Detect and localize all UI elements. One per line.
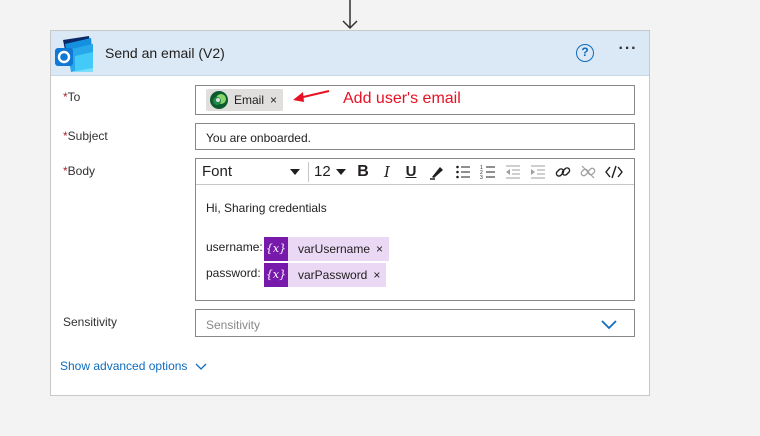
font-size-value: 12 [314,163,331,180]
chevron-down-icon [601,320,617,330]
username-label: username: [206,240,263,254]
annotation-text: Add user's email [343,90,461,107]
variable-icon: {x} [264,237,288,261]
svg-text:3: 3 [480,175,483,180]
dataverse-logo-icon [210,91,228,109]
increase-indent-icon [531,165,545,179]
unlink-icon [580,165,596,179]
body-editor[interactable]: Font 12 B I U 123 Hi, Sharing credential… [195,158,635,301]
numbered-list-button[interactable]: 123 [477,161,499,183]
increase-indent-button[interactable] [527,161,549,183]
var-password-token[interactable]: {x} varPassword × [264,263,387,287]
show-advanced-options-link[interactable]: Show advanced options [60,359,207,373]
chevron-down-icon [336,169,346,175]
sensitivity-placeholder: Sensitivity [206,318,261,332]
card-header[interactable]: Send an email (V2) ? ··· [51,31,649,76]
to-label: *To [63,90,80,104]
remove-token-icon[interactable]: × [373,268,380,282]
decrease-indent-button[interactable] [502,161,524,183]
email-token[interactable]: Email × [206,89,284,111]
toolbar-divider [308,162,309,182]
var-username-label: varUsername [298,242,371,256]
highlight-button[interactable] [426,161,448,183]
font-dropdown-value: Font [202,163,233,180]
bold-button[interactable]: B [352,161,374,183]
show-advanced-options-label: Show advanced options [60,359,188,373]
rich-text-toolbar: Font 12 B I U 123 [196,159,634,185]
body-label-text: Body [67,164,96,178]
italic-button[interactable]: I [376,161,398,183]
subject-input[interactable]: You are onboarded. [195,123,635,150]
numbered-list-icon: 123 [480,165,495,181]
body-label: *Body [63,164,95,178]
decrease-indent-icon [506,165,520,179]
remove-link-button[interactable] [577,161,599,183]
help-icon[interactable]: ? [576,44,594,62]
underline-button[interactable]: U [400,161,422,183]
var-username-token[interactable]: {x} varUsername × [264,237,390,261]
more-options-icon[interactable]: ··· [616,39,640,63]
code-view-icon [605,165,623,179]
sensitivity-dropdown[interactable]: Sensitivity [195,309,635,337]
email-token-label: Email [234,93,265,107]
password-label: password: [206,266,261,280]
to-label-text: To [67,90,81,104]
subject-label-text: Subject [67,129,108,143]
subject-label: *Subject [63,129,108,143]
body-greeting: Hi, Sharing credentials [206,201,327,215]
var-password-label: varPassword [298,268,368,282]
chevron-down-icon [195,363,207,370]
bulleted-list-icon [456,165,470,179]
code-view-button[interactable] [603,161,625,183]
remove-token-icon[interactable]: × [376,242,383,256]
sensitivity-label: Sensitivity [63,315,118,329]
annotation-arrow-icon [293,90,330,102]
outlook-logo-icon [55,36,93,72]
link-icon [555,167,571,177]
insert-link-button[interactable] [552,161,574,183]
chevron-down-icon [290,169,300,175]
send-email-action-card: Send an email (V2) ? ··· *To Email × Add … [50,30,650,396]
bulleted-list-button[interactable] [452,161,474,183]
font-dropdown[interactable]: Font [202,162,302,182]
font-size-dropdown[interactable]: 12 [314,162,348,182]
body-content[interactable]: Hi, Sharing credentials username: {x} var… [196,185,634,299]
flow-connector-arrow-icon [342,0,358,30]
highlighter-icon [430,167,443,180]
remove-email-token-icon[interactable]: × [270,93,277,107]
card-title: Send an email (V2) [105,45,225,61]
variable-icon: {x} [264,263,288,287]
